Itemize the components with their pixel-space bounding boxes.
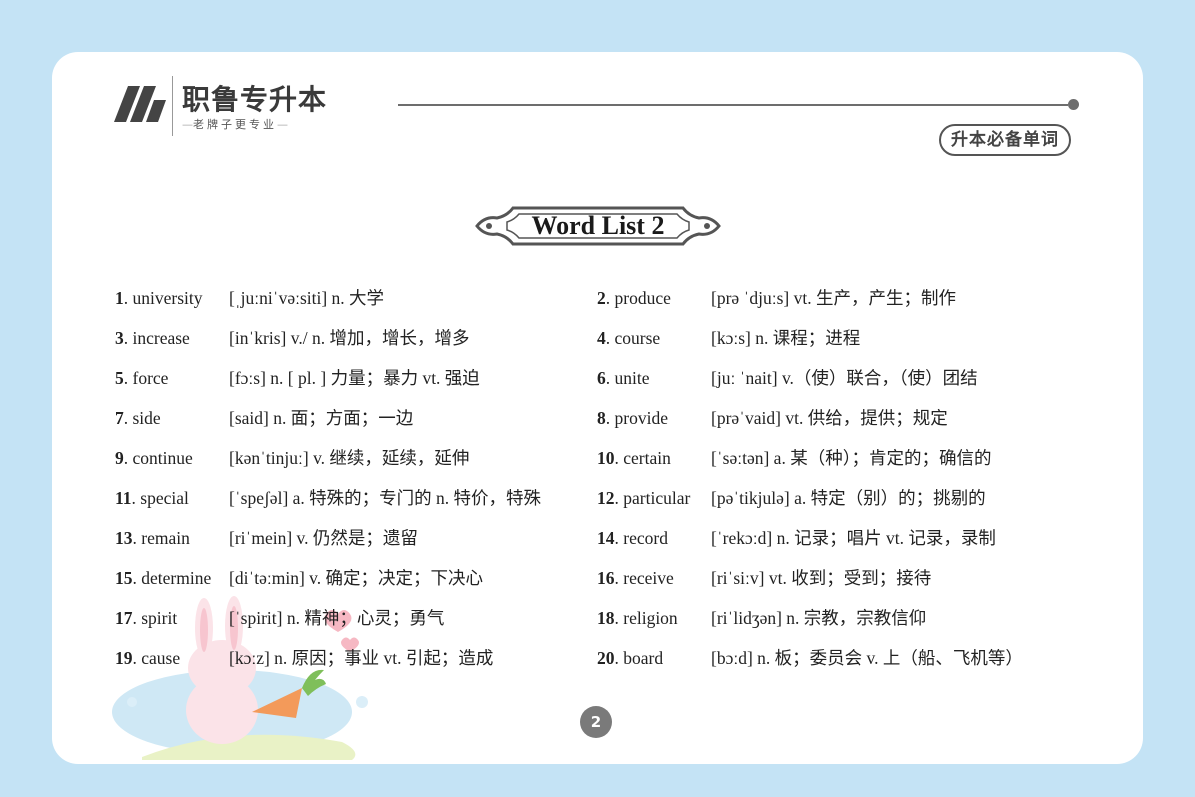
entry-definition: [ˈspirit] n. 精神；心灵；勇气 bbox=[229, 608, 445, 628]
entry-definition: [juː ˈnait] v.（使）联合，（使）团结 bbox=[711, 368, 978, 388]
entry-word: remain bbox=[141, 528, 190, 548]
entry-word: religion bbox=[623, 608, 678, 628]
entry-word: course bbox=[614, 328, 661, 348]
brand-slogan: 老牌子更专业 bbox=[182, 116, 288, 132]
entry-number: 10 bbox=[597, 448, 615, 468]
entry-definition: [riˈmein] v. 仍然是；遗留 bbox=[229, 528, 418, 548]
brand-name: 职鲁专升本 bbox=[182, 83, 328, 116]
entry-word: side bbox=[132, 408, 161, 428]
logo-mark-icon bbox=[114, 86, 166, 122]
entry-definition: [fɔːs] n. [ pl. ] 力量；暴力 vt. 强迫 bbox=[229, 368, 480, 388]
entry-word: special bbox=[140, 488, 189, 508]
entry-word: receive bbox=[623, 568, 674, 588]
entry-number: 4 bbox=[597, 328, 606, 348]
entry-number: 14 bbox=[597, 528, 615, 548]
entry-number: 12 bbox=[597, 488, 615, 508]
entry-definition: [kɔːs] n. 课程；进程 bbox=[711, 328, 861, 348]
page-number: 2 bbox=[580, 706, 612, 738]
entry-number: 6 bbox=[597, 368, 606, 388]
entry-number: 19 bbox=[115, 648, 133, 668]
title-banner: Word List 2 bbox=[475, 198, 721, 254]
entry-number: 7 bbox=[115, 408, 124, 428]
entry-number: 16 bbox=[597, 568, 615, 588]
brand-logo: 职鲁专升本 老牌子更专业 bbox=[114, 76, 344, 136]
entry-word: board bbox=[623, 648, 664, 668]
entry-number: 1 bbox=[115, 288, 124, 308]
entry-definition: [ˈspeʃəl] a. 特殊的；专门的 n. 特价，特殊 bbox=[229, 488, 542, 508]
entry-number: 9 bbox=[115, 448, 124, 468]
entry-word: record bbox=[623, 528, 668, 548]
entry-number: 17 bbox=[115, 608, 133, 628]
entry-definition: [diˈtəːmin] v. 确定；决定；下决心 bbox=[229, 568, 484, 588]
entry-word: spirit bbox=[141, 608, 178, 628]
entry-number: 18 bbox=[597, 608, 615, 628]
entry-word: unite bbox=[614, 368, 650, 388]
entry-word: determine bbox=[141, 568, 212, 588]
entry-word: cause bbox=[141, 648, 181, 668]
entry-definition: [bɔːd] n. 板；委员会 v. 上（船、飞机等） bbox=[711, 648, 1023, 668]
entry-definition: [ˈrekɔːd] n. 记录；唱片 vt. 记录，录制 bbox=[711, 528, 996, 548]
entry-definition: [ˈsəːtən] a. 某（种）；肯定的；确信的 bbox=[711, 448, 992, 468]
entry-number: 13 bbox=[115, 528, 133, 548]
entry-definition: [kənˈtinjuː] v. 继续，延续，延伸 bbox=[229, 448, 470, 468]
entry-word: certain bbox=[623, 448, 671, 468]
entry-definition: [pəˈtikjulə] a. 特定（别）的；挑剔的 bbox=[711, 488, 986, 508]
header-rule bbox=[398, 104, 1068, 106]
entry-definition: [prəˈvaid] vt. 供给，提供；规定 bbox=[711, 408, 948, 428]
entry-definition: [inˈkris] v./ n. 增加，增长，增多 bbox=[229, 328, 470, 348]
entry-number: 3 bbox=[115, 328, 124, 348]
section-tag: 升本必备单词 bbox=[939, 124, 1071, 156]
entry-number: 8 bbox=[597, 408, 606, 428]
page-title: Word List 2 bbox=[531, 211, 665, 240]
entry-word: increase bbox=[132, 328, 190, 348]
header-rule-dot bbox=[1068, 99, 1079, 110]
entry-number: 20 bbox=[597, 648, 615, 668]
entry-word: continue bbox=[132, 448, 193, 468]
entry-definition: [kɔːz] n. 原因；事业 vt. 引起；造成 bbox=[229, 648, 494, 668]
logo-separator bbox=[172, 76, 173, 136]
entry-word: university bbox=[132, 288, 203, 308]
entry-word: particular bbox=[623, 488, 691, 508]
entry-number: 5 bbox=[115, 368, 124, 388]
entry-word: provide bbox=[614, 408, 668, 428]
entry-definition: [ˌjuːniˈvəːsiti] n. 大学 bbox=[229, 288, 385, 308]
entry-definition: [riˈlidʒən] n. 宗教，宗教信仰 bbox=[711, 608, 927, 628]
entry-definition: [said] n. 面；方面；一边 bbox=[229, 408, 414, 428]
entry-word: produce bbox=[614, 288, 671, 308]
slogan-text: 老牌子更专业 bbox=[193, 118, 277, 131]
entry-definition: [riˈsiːv] vt. 收到；受到；接待 bbox=[711, 568, 932, 588]
entry-definition: [prə ˈdjuːs] vt. 生产，产生；制作 bbox=[711, 288, 956, 308]
entry-number: 2 bbox=[597, 288, 606, 308]
entry-number: 15 bbox=[115, 568, 133, 588]
entry-number: 11 bbox=[115, 488, 132, 508]
entry-word: force bbox=[132, 368, 169, 388]
